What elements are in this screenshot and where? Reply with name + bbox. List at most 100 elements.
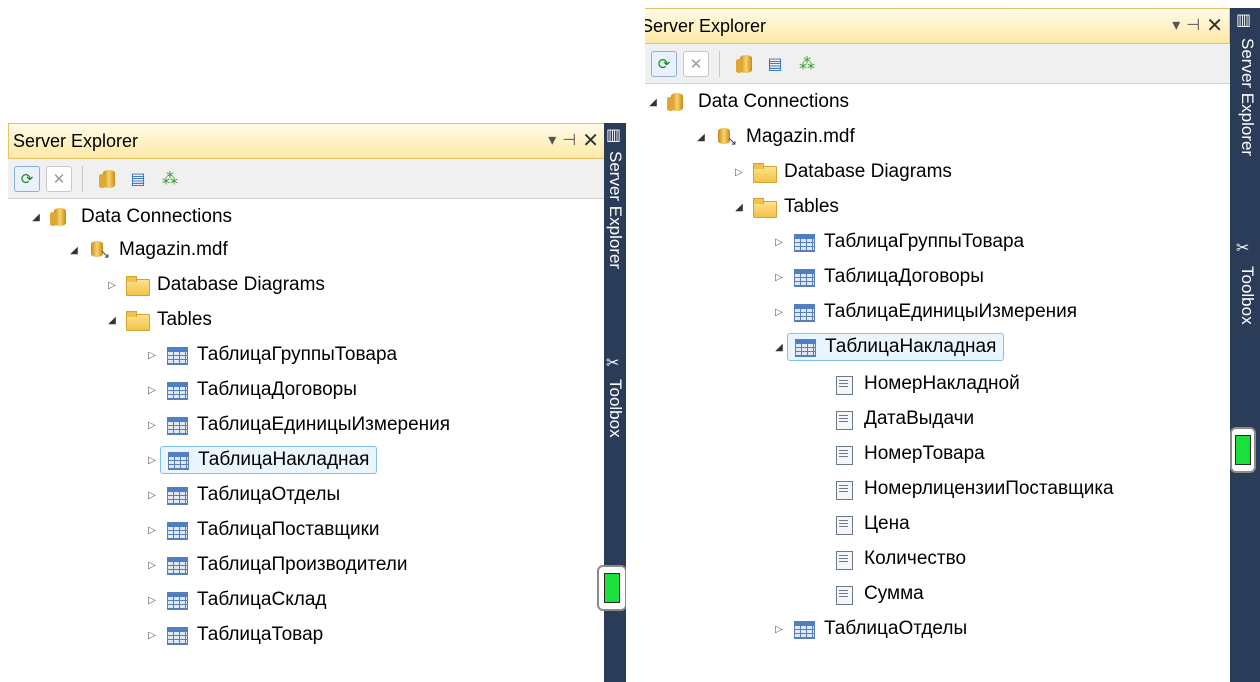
tree-node-table[interactable]: ▷ ТаблицаТовар — [144, 619, 326, 651]
tree-node-table[interactable]: ▷ ТаблицаЕдиницыИзмерения — [144, 409, 453, 441]
tree-node-label: НомерНакладной — [864, 373, 1020, 394]
tree-node-tables[interactable]: ◢ Tables — [731, 191, 842, 223]
tree-node-table[interactable]: ▷ ТаблицаОтделы — [144, 479, 343, 511]
tree-node-table[interactable]: ▷ ТаблицаПроизводители — [144, 549, 410, 581]
collapsed-arrow-icon[interactable]: ▷ — [771, 272, 787, 283]
database-file-icon — [88, 240, 110, 261]
tree-node-table-expanded[interactable]: ◢ ТаблицаНакладная — [771, 331, 1005, 363]
tree-node-table[interactable]: ▷ ТаблицаОтделы — [771, 613, 970, 645]
collapsed-arrow-icon[interactable]: ▷ — [771, 624, 787, 635]
tree-node-column[interactable]: НомерТовара — [827, 438, 988, 470]
collapsed-arrow-icon[interactable]: ▷ — [144, 525, 160, 536]
sharepoint-icon: ⁂ — [799, 54, 815, 73]
tree-node-label: ТаблицаНакладная — [825, 336, 997, 357]
table-icon — [166, 345, 188, 365]
collapsed-arrow-icon[interactable]: ▷ — [144, 455, 160, 466]
selection-highlight: ТаблицаНакладная — [787, 333, 1005, 361]
server-explorer-side-tab[interactable]: Server Explorer — [604, 147, 626, 347]
expanded-arrow-icon[interactable]: ◢ — [771, 342, 787, 353]
tree-node-label: НомерлицензииПоставщика — [864, 478, 1114, 499]
column-icon — [833, 374, 855, 395]
tree-node-column[interactable]: Сумма — [827, 578, 927, 610]
collapsed-arrow-icon[interactable]: ▷ — [771, 237, 787, 248]
collapsed-arrow-icon[interactable]: ▷ — [144, 420, 160, 431]
folder-icon — [753, 197, 777, 218]
close-icon[interactable]: ✕ — [582, 128, 599, 152]
tree-node-tables[interactable]: ◢ Tables — [104, 304, 215, 336]
tree-node-table[interactable]: ▷ ТаблицаДоговоры — [771, 261, 987, 293]
sharepoint-button[interactable]: ⁂ — [157, 166, 183, 192]
expanded-arrow-icon[interactable]: ◢ — [645, 97, 661, 108]
dropdown-icon[interactable]: ▾ — [548, 128, 556, 152]
pin-icon[interactable]: ⊣ — [562, 128, 576, 152]
toolbox-side-tab[interactable]: Toolbox — [604, 375, 626, 475]
expanded-arrow-icon[interactable]: ◢ — [731, 202, 747, 213]
tree-node-table[interactable]: ▷ ТаблицаЕдиницыИзмерения — [771, 296, 1080, 328]
toolbox-tab-icon: ✂ — [606, 353, 620, 372]
tree-node-table[interactable]: ▷ ТаблицаДоговоры — [144, 374, 360, 406]
tree-node-column[interactable]: НомерНакладной — [827, 368, 1023, 400]
table-icon — [166, 555, 188, 575]
tree-node-label: ТаблицаПоставщики — [197, 519, 380, 540]
tree-node-column[interactable]: Количество — [827, 543, 969, 575]
tree-node-label: ТаблицаОтделы — [824, 618, 968, 639]
server-explorer-side-tab[interactable]: Server Explorer — [1230, 34, 1260, 234]
tree-node-column[interactable]: Цена — [827, 508, 913, 540]
expanded-arrow-icon[interactable]: ◢ — [28, 212, 44, 223]
pin-icon[interactable]: ⊣ — [1186, 13, 1200, 37]
tree-node-table[interactable]: ▷ ТаблицаГруппыТовара — [144, 339, 400, 371]
collapsed-arrow-icon[interactable]: ▷ — [771, 307, 787, 318]
close-icon[interactable]: ✕ — [1206, 13, 1223, 37]
database-file-icon — [715, 127, 737, 148]
tree-node-label: Magazin.mdf — [119, 239, 228, 260]
toolbox-side-tab[interactable]: Toolbox — [1230, 262, 1260, 362]
tree-node-label: Цена — [864, 513, 910, 534]
connect-database-button[interactable] — [730, 51, 756, 77]
column-icon — [833, 514, 855, 535]
collapsed-arrow-icon[interactable]: ▷ — [144, 560, 160, 571]
refresh-button[interactable]: ⟳ — [14, 165, 40, 192]
tree-node-database-diagrams[interactable]: ▷ Database Diagrams — [731, 156, 955, 188]
dropdown-icon[interactable]: ▾ — [1172, 13, 1180, 37]
collapsed-arrow-icon[interactable]: ▷ — [731, 167, 747, 178]
column-icon — [833, 584, 855, 605]
tree-node-database[interactable]: ◢ Magazin.mdf — [693, 121, 858, 153]
expanded-arrow-icon[interactable]: ◢ — [693, 132, 709, 143]
collapsed-arrow-icon[interactable]: ▷ — [144, 595, 160, 606]
tree-node-column[interactable]: ДатаВыдачи — [827, 403, 977, 435]
collapsed-arrow-icon[interactable]: ▷ — [144, 490, 160, 501]
tree-node-database-diagrams[interactable]: ▷ Database Diagrams — [104, 269, 328, 301]
connect-server-button[interactable]: ▤ — [125, 166, 151, 192]
tree-node-column[interactable]: НомерлицензииПоставщика — [827, 473, 1117, 505]
collapsed-arrow-icon[interactable]: ▷ — [144, 385, 160, 396]
tree-node-label: ТаблицаЕдиницыИзмерения — [197, 414, 451, 435]
stop-button[interactable]: ✕ — [46, 165, 72, 192]
collapsed-arrow-icon[interactable]: ▷ — [144, 350, 160, 361]
tree-node-data-connections[interactable]: ◢ Data Connections — [28, 201, 235, 233]
tree-node-table[interactable]: ▷ ТаблицаСклад — [144, 584, 329, 616]
title-controls: ▾ ⊣ ✕ — [1172, 13, 1223, 37]
expanded-arrow-icon[interactable]: ◢ — [104, 315, 120, 326]
stop-button[interactable]: ✕ — [683, 50, 709, 77]
collapsed-arrow-icon[interactable]: ▷ — [144, 630, 160, 641]
tree-node-table[interactable]: ▷ ТаблицаПоставщики — [144, 514, 383, 546]
toolbar-separator — [719, 50, 720, 77]
tree-node-table[interactable]: ▷ ТаблицаГруппыТовара — [771, 226, 1027, 258]
tree-node-database[interactable]: ◢ Magazin.mdf — [66, 234, 231, 266]
tree-node-label: ДатаВыдачи — [864, 408, 975, 429]
tree-node-data-connections[interactable]: ◢ Data Connections — [645, 86, 852, 118]
refresh-button[interactable]: ⟳ — [651, 50, 677, 77]
sharepoint-button[interactable]: ⁂ — [794, 51, 820, 77]
expanded-arrow-icon[interactable]: ◢ — [66, 245, 82, 256]
connect-server-button[interactable]: ▤ — [762, 51, 788, 77]
tree-node-table-selected[interactable]: ▷ ТаблицаНакладная — [144, 444, 378, 476]
sharepoint-icon: ⁂ — [162, 169, 178, 188]
tree-node-label: ТаблицаГруппыТовара — [197, 344, 398, 365]
status-indicator-fill — [1235, 435, 1251, 465]
tree-node-label: ТаблицаТовар — [197, 624, 324, 645]
collapsed-arrow-icon[interactable]: ▷ — [104, 280, 120, 291]
data-connections-icon — [50, 206, 72, 228]
side-tab-label: Server Explorer — [1238, 38, 1257, 157]
connect-database-button[interactable] — [93, 166, 119, 192]
table-icon — [793, 267, 815, 287]
